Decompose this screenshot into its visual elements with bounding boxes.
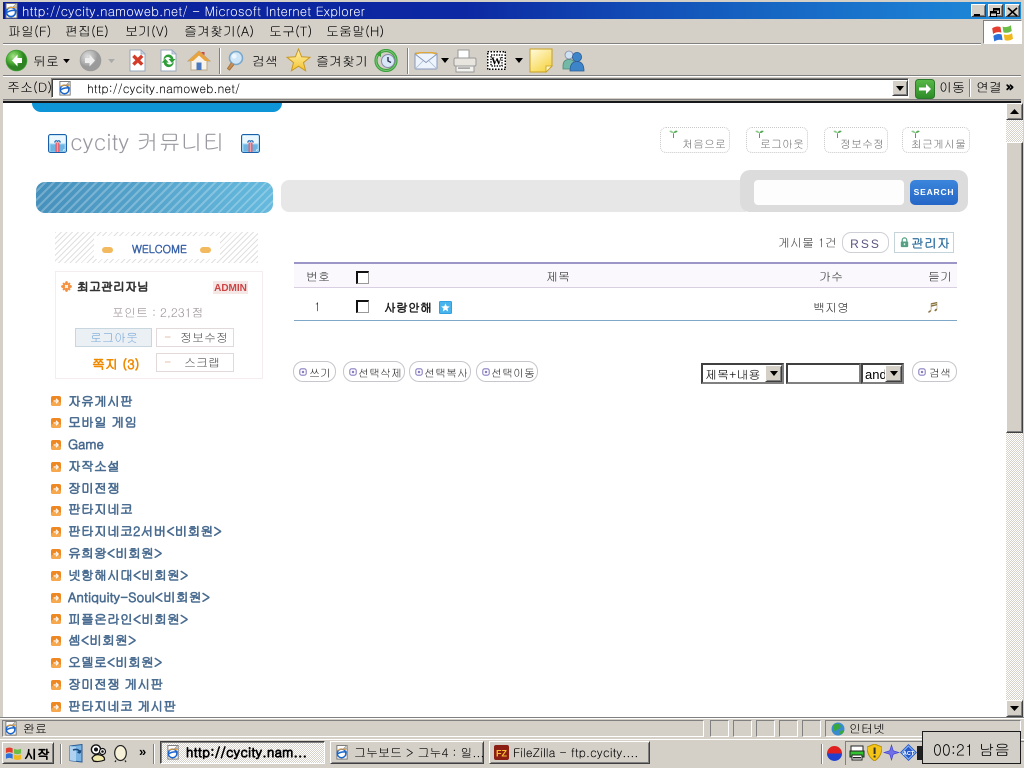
- svg-text:W: W: [491, 56, 502, 68]
- svg-text:ACT: ACT: [903, 751, 915, 757]
- svg-text:FZ: FZ: [496, 749, 507, 759]
